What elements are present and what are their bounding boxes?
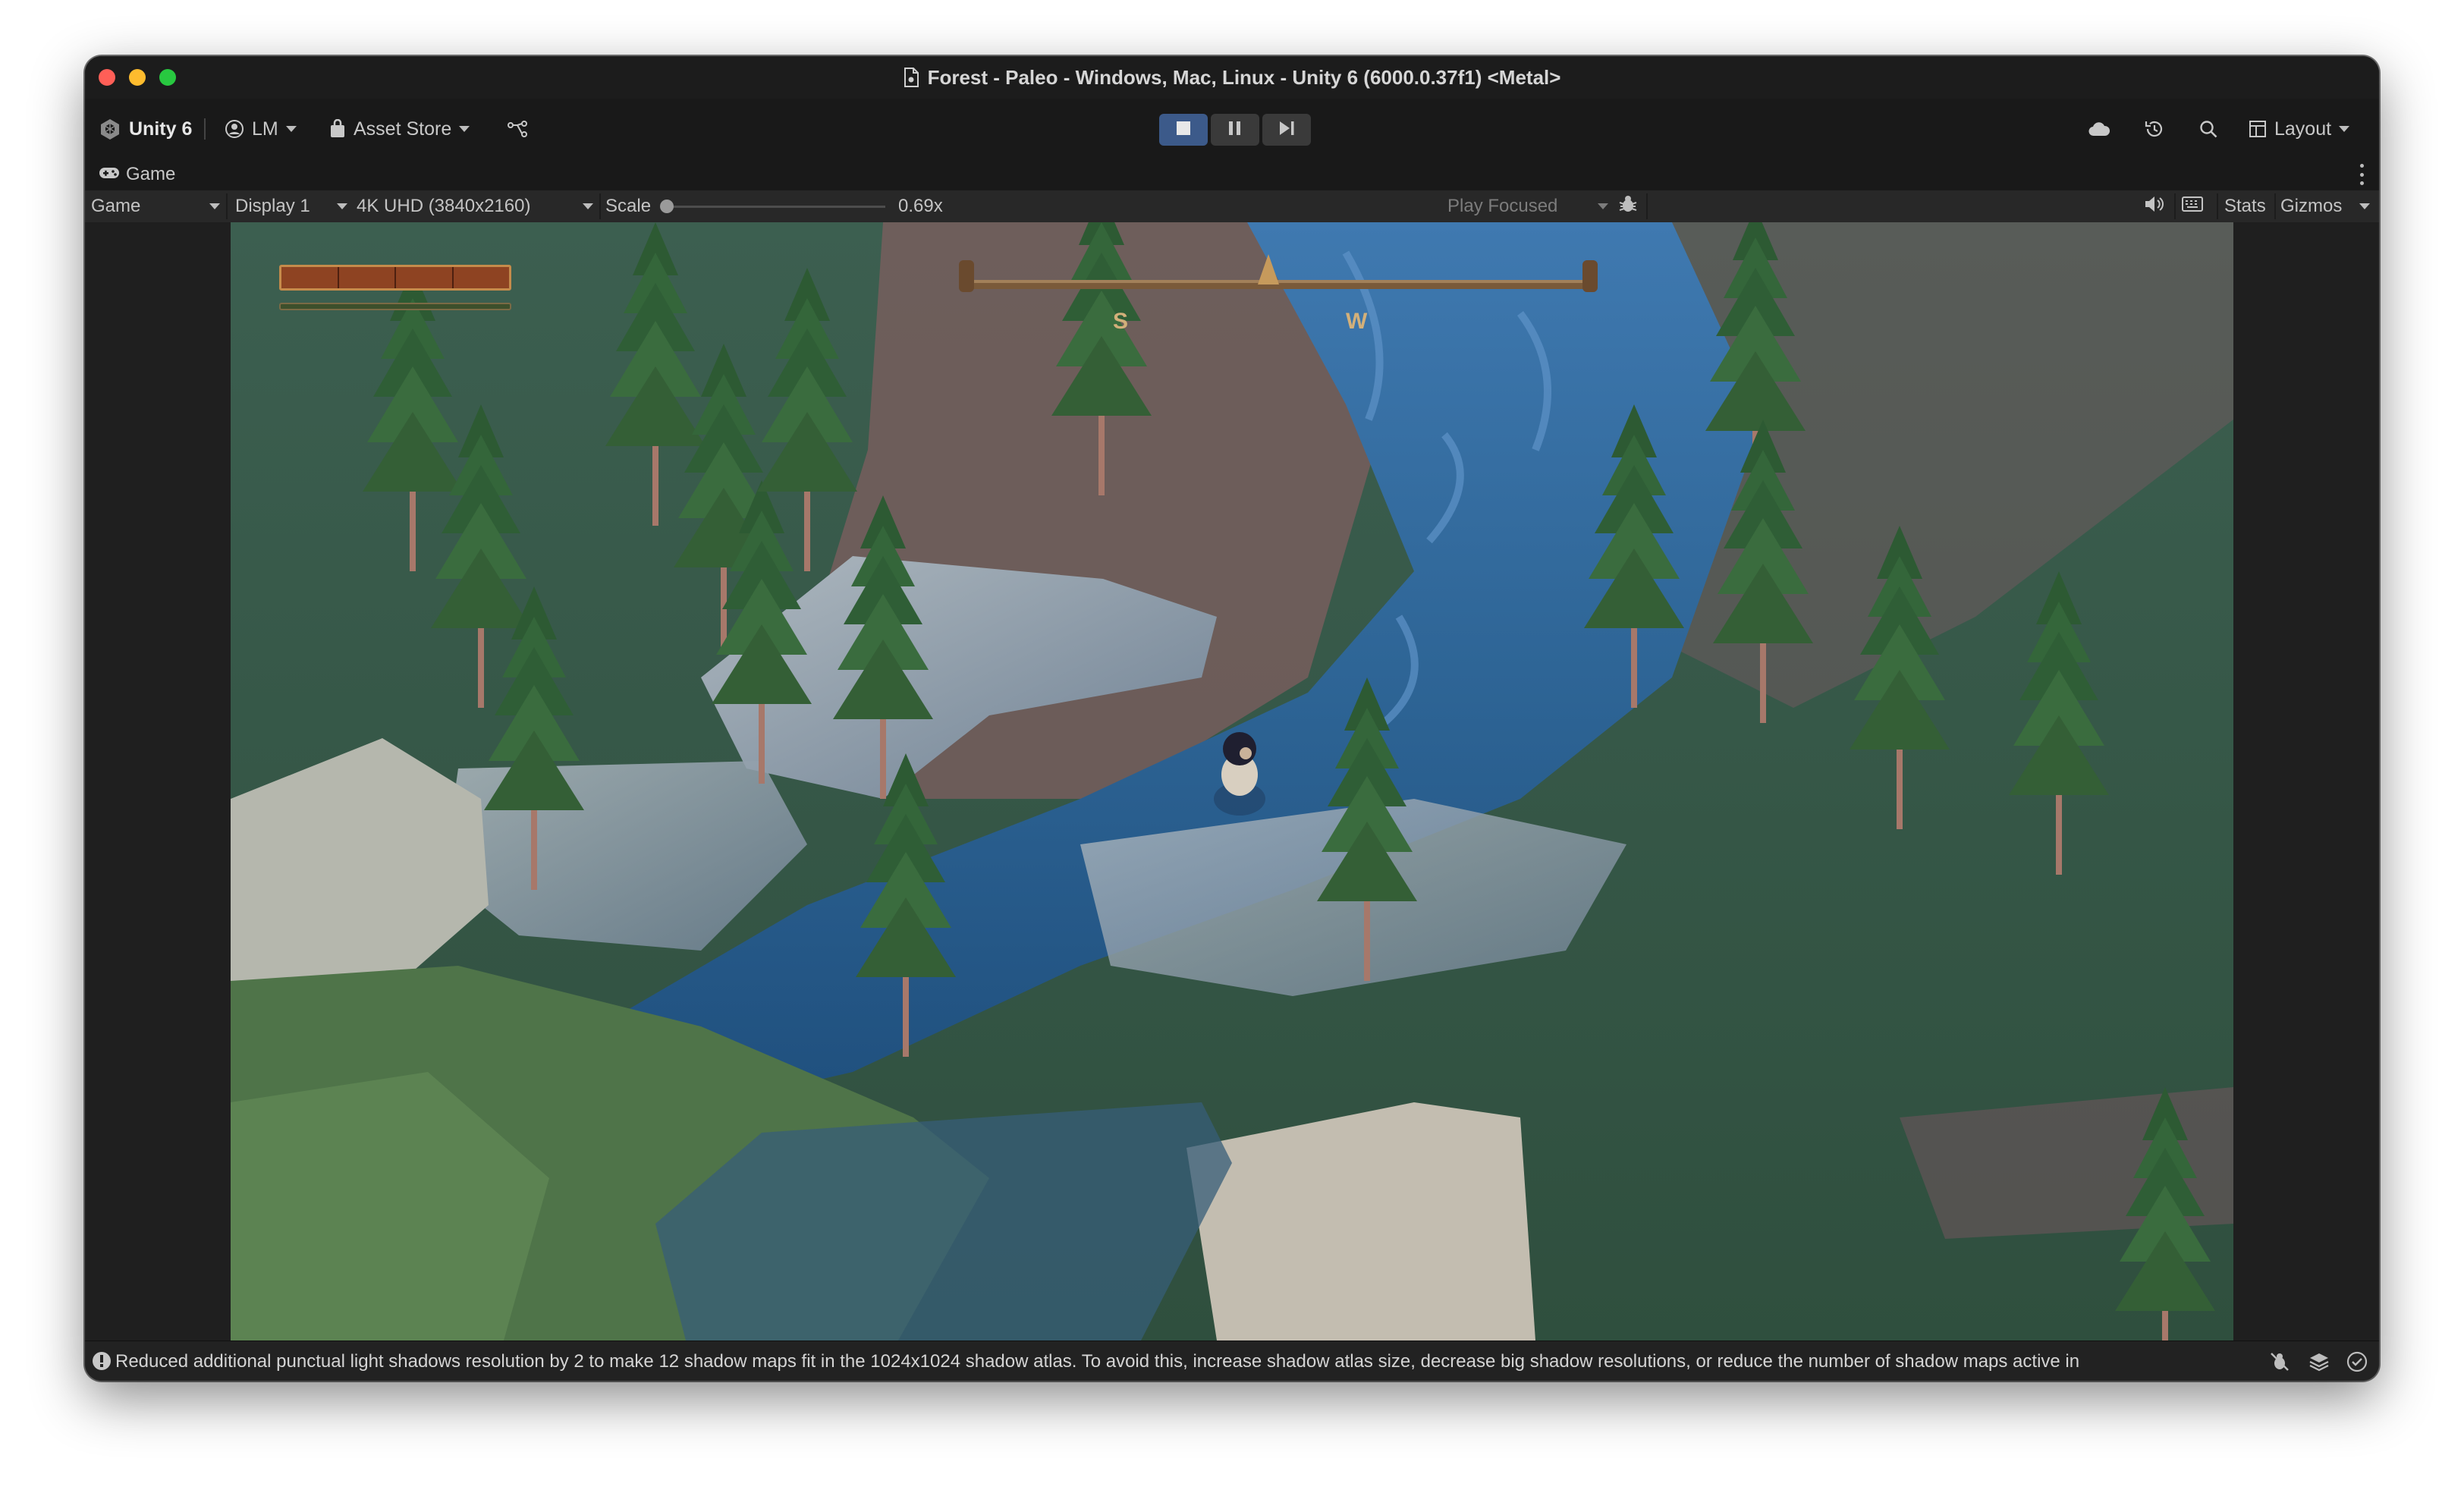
toolbar-separator [2217,193,2218,219]
shortcuts-button[interactable] [2182,190,2203,222]
play-controls [1159,114,1311,146]
account-label: LM [252,118,278,140]
display-label: Display 1 [235,196,310,216]
play-mode-dropdown[interactable]: Play Focused [1447,190,1608,222]
game-view-toolbar: Game Display 1 4K UHD (3840x2160) Scale … [85,190,2379,223]
step-button[interactable] [1262,114,1311,146]
unity-version-label: Unity 6 [129,118,193,140]
step-forward-icon [1278,121,1295,140]
scale-label: Scale [605,196,652,216]
play-stop-button[interactable] [1159,114,1208,146]
gamepad-icon [99,164,120,185]
version-control-button[interactable] [507,99,528,159]
unity-menu-button[interactable]: Unity 6 [99,99,192,159]
editor-window: Forest - Paleo - Windows, Mac, Linux - U… [85,56,2379,1381]
asset-store-label: Asset Store [354,118,452,140]
scale-value: 0.69x [898,196,943,216]
tab-bar: Game [85,159,2379,190]
toolbar-separator [599,193,601,219]
cloud-button[interactable] [2088,99,2110,159]
account-icon [225,119,244,139]
pause-button[interactable] [1211,114,1259,146]
branch-icon [507,119,528,139]
info-icon [91,1350,112,1375]
account-dropdown[interactable]: LM [225,99,297,159]
compass-letter: W [1346,309,1368,334]
scale-slider-thumb[interactable] [660,200,674,213]
gizmos-dropdown[interactable] [2359,190,2370,222]
title-bar: Forest - Paleo - Windows, Mac, Linux - U… [85,56,2379,99]
display-dropdown[interactable]: Display 1 [235,190,347,222]
frame-debugger-button[interactable] [1617,190,1639,222]
tab-game[interactable]: Game [99,159,175,190]
search-button[interactable] [2198,99,2218,159]
game-viewport[interactable]: S W [85,222,2379,1341]
search-icon [2198,119,2218,139]
document-icon [904,68,919,87]
view-mode-label: Game [91,196,141,216]
health-segment [281,267,339,288]
window-title: Forest - Paleo - Windows, Mac, Linux - U… [927,65,1561,89]
scale-slider-track[interactable] [665,206,885,208]
resolution-dropdown[interactable]: 4K UHD (3840x2160) [357,190,593,222]
compass-bar [959,254,1598,292]
stamina-bar [279,303,511,310]
play-mode-label: Play Focused [1447,196,1558,216]
chevron-down-icon [337,203,347,209]
chevron-down-icon [285,126,297,132]
stats-button[interactable]: Stats [2224,190,2266,222]
shopping-bag-icon [329,119,346,139]
main-toolbar: Unity 6 LM Asset Store Layout [85,99,2379,159]
keyboard-icon [2182,196,2203,217]
chevron-down-icon [2359,203,2370,209]
asset-store-dropdown[interactable]: Asset Store [329,99,470,159]
history-icon [2144,118,2165,140]
health-segment [339,267,396,288]
resolution-label: 4K UHD (3840x2160) [357,196,531,216]
layout-icon [2249,120,2267,138]
health-bar [279,265,511,291]
chevron-down-icon [2339,126,2350,132]
toolbar-separator [204,118,206,140]
chevron-down-icon [1598,203,1608,209]
layers-icon[interactable] [2308,1350,2330,1377]
health-segment [454,267,510,288]
chevron-down-icon [459,126,470,132]
check-circle-icon[interactable] [2346,1350,2368,1377]
debug-off-icon[interactable] [2268,1350,2291,1377]
unity-logo-icon [99,118,121,140]
health-segment [396,267,454,288]
boulder [1186,1102,1535,1341]
tab-game-label: Game [126,164,176,184]
speaker-icon [2144,195,2165,218]
status-message[interactable]: Reduced additional punctual light shadow… [115,1341,2285,1381]
toolbar-separator [2174,193,2176,219]
mute-audio-button[interactable] [2144,190,2165,222]
more-options-icon[interactable] [2358,164,2365,185]
gizmos-button[interactable]: Gizmos [2280,190,2342,222]
game-scene[interactable]: S W [231,222,2233,1341]
history-button[interactable] [2144,99,2165,159]
view-mode-dropdown[interactable]: Game [91,190,220,222]
game-render [231,222,2233,1341]
layout-dropdown[interactable]: Layout [2249,99,2350,159]
compass: S W [944,250,1611,341]
layout-label: Layout [2274,118,2332,140]
stop-icon [1176,121,1191,140]
compass-letter: S [1113,309,1129,334]
chevron-down-icon [209,203,220,209]
toolbar-separator [1646,193,1648,219]
bug-icon [1617,193,1639,220]
pause-icon [1228,121,1242,140]
cloud-icon [2088,121,2110,137]
title-container: Forest - Paleo - Windows, Mac, Linux - U… [85,56,2379,99]
toolbar-separator [226,193,228,219]
status-bar: Reduced additional punctual light shadow… [85,1341,2379,1381]
toolbar-separator [2274,193,2276,219]
chevron-down-icon [583,203,593,209]
